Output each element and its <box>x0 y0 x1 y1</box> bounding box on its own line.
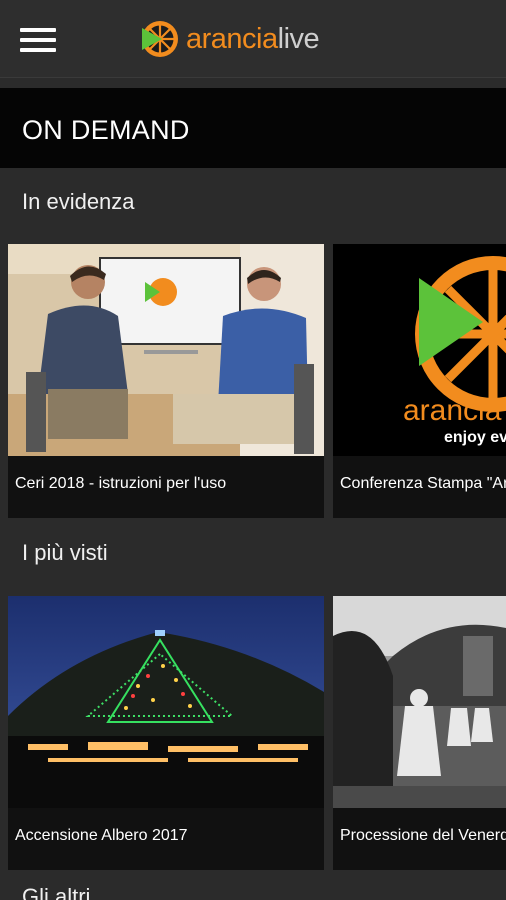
hamburger-menu-icon[interactable] <box>20 28 56 52</box>
section-title-featured: In evidenza <box>22 189 135 214</box>
arancia-logo-icon <box>142 21 178 57</box>
video-thumbnail <box>8 244 324 456</box>
video-thumbnail <box>333 596 506 808</box>
section-title-most-viewed: I più visti <box>22 540 108 565</box>
video-card-processione[interactable]: Processione del Venerdì Santo <box>333 596 506 870</box>
video-card-ceri-2018[interactable]: Ceri 2018 - istruzioni per l'uso <box>8 244 324 518</box>
promo-tagline: enjoy every <box>444 429 506 446</box>
video-caption: Conferenza Stampa "Arancia Live" <box>340 475 506 492</box>
video-caption: Accensione Albero 2017 <box>15 827 188 844</box>
logo-word-live: live <box>277 22 320 55</box>
video-thumbnail <box>8 596 324 808</box>
section-title-others: Gli altri <box>22 884 91 900</box>
most-viewed-row: Accensione Albero 2017 Processione del V… <box>0 596 506 872</box>
promo-wordmark: arancia <box>403 394 502 427</box>
app-logo: arancialive <box>140 18 320 60</box>
video-card-accensione-albero[interactable]: Accensione Albero 2017 <box>8 596 324 870</box>
logo-word-arancia: arancia <box>186 22 278 55</box>
featured-row: Ceri 2018 - istruzioni per l'uso arancia… <box>0 244 506 520</box>
video-card-conferenza-stampa[interactable]: arancia enjoy every Conferenza Stampa "A… <box>333 244 506 518</box>
top-app-bar: arancialive <box>0 0 506 78</box>
app-root: arancialive ON DEMAND In evidenza Ceri 2… <box>0 0 506 900</box>
page-title: ON DEMAND <box>22 115 190 145</box>
on-demand-header: ON DEMAND <box>0 88 506 168</box>
video-caption: Processione del Venerdì Santo <box>340 827 506 844</box>
logo-wordmark: arancialive <box>186 22 320 55</box>
video-caption: Ceri 2018 - istruzioni per l'uso <box>15 475 227 492</box>
